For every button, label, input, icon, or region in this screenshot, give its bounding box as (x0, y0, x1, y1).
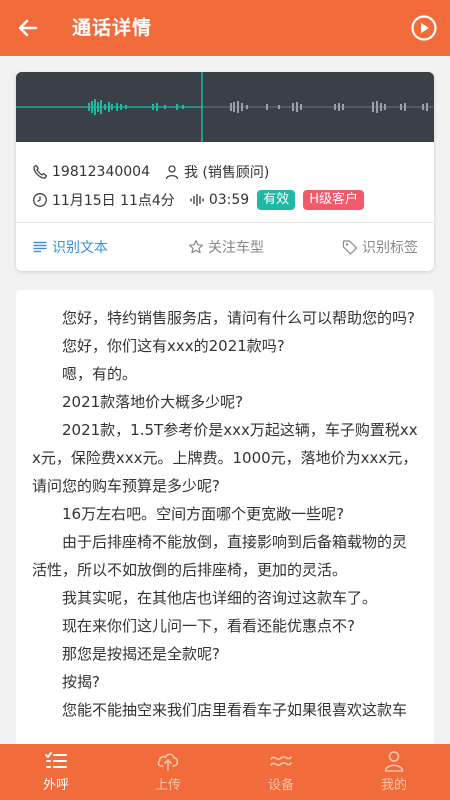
app-header: 通话详情 (0, 0, 450, 56)
phone-number: 19812340004 (52, 164, 150, 180)
transcript-line: 由于后排座椅不能放倒，直接影响到后备箱载物的灵活性，所以不如放倒的后排座椅，更加… (32, 533, 408, 579)
cloud-upload-icon (157, 753, 179, 771)
call-info-card: 19812340004 我 (销售顾问) 11月15日 11点4分 03:59 … (16, 72, 434, 271)
audio-waveform[interactable] (16, 72, 434, 142)
nav-label: 上传 (154, 778, 181, 793)
person-icon (165, 165, 179, 180)
back-arrow-icon[interactable] (14, 14, 42, 42)
play-icon[interactable] (410, 14, 438, 42)
call-duration: 03:59 (208, 192, 250, 208)
detail-tabs: 识别文本 关注车型 识别标签 (16, 223, 434, 271)
nav-upload[interactable]: 上传 (112, 744, 224, 800)
nav-label: 设备 (267, 778, 294, 793)
person-icon (384, 751, 404, 772)
transcript-line: 我其实呢，在其他店也详细的咨询过这款车了。 (62, 589, 378, 607)
nav-outbound-call[interactable]: 外呼 (0, 744, 112, 800)
transcript-line: 那您是按揭还是全款呢? (62, 645, 220, 663)
call-contact-row: 19812340004 我 (销售顾问) (32, 162, 269, 182)
nav-device[interactable]: 设备 (225, 744, 337, 800)
nav-label: 我的 (380, 778, 407, 793)
transcript-line: 2021款，1.5T参考价是xxx万起这辆，车子购置税xxx元，保险费xxx元。… (32, 421, 418, 495)
transcript-line: 嗯，有的。 (62, 365, 138, 383)
audio-wave-icon (190, 194, 204, 206)
tab-followed-models[interactable]: 关注车型 (188, 223, 264, 271)
tab-label: 识别标签 (362, 240, 418, 256)
call-datetime: 11月15日 11点4分 (52, 193, 175, 209)
clock-icon (33, 193, 47, 207)
device-icon (270, 756, 292, 766)
star-icon (188, 239, 204, 254)
tab-label: 识别文本 (52, 240, 108, 256)
transcript-panel[interactable]: 您好，特约销售服务店，请问有什么可以帮助您的吗? 您好，你们这有xxx的2021… (16, 290, 434, 760)
list-icon (33, 241, 47, 253)
transcript-line: 您好，特约销售服务店，请问有什么可以帮助您的吗? (62, 309, 415, 327)
valid-badge: 有效 (257, 190, 296, 210)
page-title: 通话详情 (72, 17, 153, 39)
call-meta-row: 11月15日 11点4分 03:59 有效 H级客户 (32, 190, 364, 210)
tag-icon (342, 240, 358, 255)
customer-level-badge: H级客户 (303, 190, 364, 210)
transcript-line: 现在来你们这儿问一下，看看还能优惠点不? (62, 617, 355, 635)
transcript-line: 您能不能抽空来我们店里看看车子如果很喜欢这款车 (62, 701, 408, 719)
tab-recognized-tags[interactable]: 识别标签 (342, 223, 418, 271)
checklist-icon (45, 752, 67, 768)
transcript-line: 2021款落地价大概多少呢? (62, 393, 244, 411)
call-owner: 我 (销售顾问) (183, 165, 270, 181)
nav-label: 外呼 (42, 778, 69, 793)
tab-recognized-text[interactable]: 识别文本 (32, 223, 108, 271)
transcript-line: 16万左右吧。空间方面哪个更宽敞一些呢? (62, 505, 345, 523)
bottom-nav: 外呼 上传 设备 我的 (0, 744, 450, 800)
phone-icon (33, 164, 48, 179)
transcript-line: 您好，你们这有xxx的2021款吗? (62, 337, 285, 355)
nav-profile[interactable]: 我的 (338, 744, 450, 800)
tab-label: 关注车型 (208, 240, 264, 256)
transcript-line: 按揭? (62, 673, 100, 691)
